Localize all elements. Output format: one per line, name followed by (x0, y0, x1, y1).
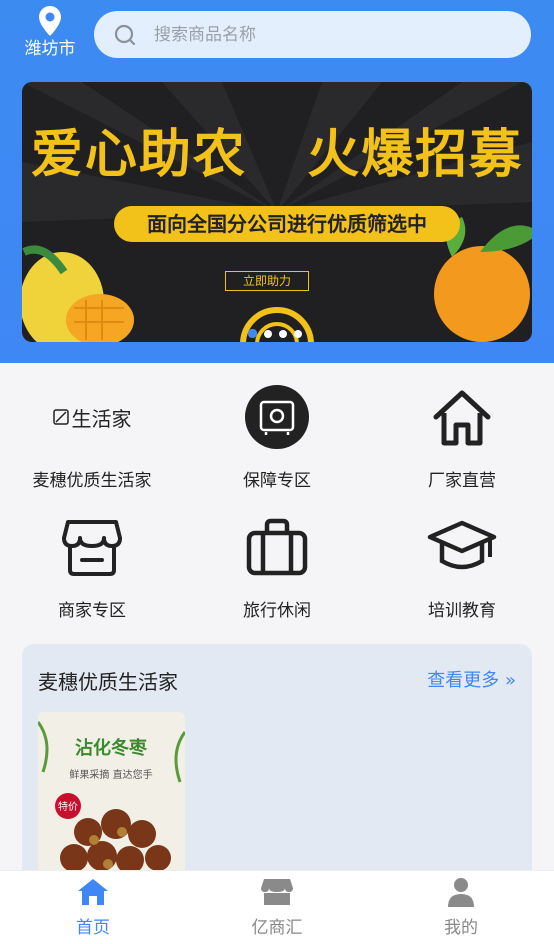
category-label: 厂家直营 (428, 471, 496, 491)
life-home-logo-icon: 生活家 (52, 403, 132, 432)
pagination-dot[interactable] (279, 330, 287, 338)
category-label: 保障专区 (243, 471, 311, 491)
pagination-dot[interactable] (264, 330, 272, 338)
life-home-logo-text: 生活家 (71, 406, 132, 431)
pagination-dot-active[interactable] (248, 329, 257, 338)
category-label: 麦穗优质生活家 (32, 471, 152, 491)
pagination-dot[interactable] (294, 330, 302, 338)
search-bar[interactable] (94, 11, 531, 58)
product-image: 沾化冬枣 鲜果采摘 直达您手 特价 (38, 712, 185, 882)
product-caption: 鲜果采摘 直达您手 (69, 768, 152, 781)
tab-label: 亿商汇 (251, 918, 303, 938)
category-label: 商家专区 (58, 601, 126, 621)
banner-pagination (248, 323, 309, 342)
tab-label: 首页 (76, 918, 110, 938)
category-item-security[interactable]: 保障专区 (185, 380, 369, 491)
category-item-merchant[interactable]: 商家专区 (0, 510, 184, 621)
header: 潍坊市 搜索商品名称 爱心助农 火爆招募 面向全国分公司进行优质筛选中 立即助力 (0, 0, 554, 363)
store-tab-icon (261, 879, 293, 905)
location-selector[interactable]: 潍坊市 (18, 6, 82, 59)
view-more-link[interactable]: 查看更多 » (427, 666, 516, 692)
suitcase-icon (246, 518, 308, 576)
double-chevron-right-icon: » (504, 670, 516, 691)
search-input[interactable] (152, 19, 516, 51)
banner-subtitle: 面向全国分公司进行优质筛选中 (114, 206, 460, 242)
category-item-life-home[interactable]: 生活家 麦穗优质生活家 (0, 380, 184, 492)
category-label: 培训教育 (428, 601, 496, 621)
home-icon (433, 390, 491, 446)
product-title: 沾化冬枣 (75, 737, 148, 759)
product-badge: 特价 (58, 801, 78, 813)
tab-store[interactable]: 亿商汇 (217, 877, 337, 938)
product-card[interactable]: 沾化冬枣 鲜果采摘 直达您手 特价 (38, 712, 185, 882)
category-item-factory-direct[interactable]: 厂家直营 (370, 380, 554, 491)
graduation-cap-icon (427, 520, 497, 570)
category-label: 旅行休闲 (243, 601, 311, 621)
promo-banner[interactable]: 爱心助农 火爆招募 面向全国分公司进行优质筛选中 立即助力 (22, 82, 532, 342)
bottom-tab-bar: 首页 亿商汇 我的 (0, 870, 554, 944)
tab-home[interactable]: 首页 (33, 877, 153, 938)
featured-section: 麦穗优质生活家 查看更多 » 沾化冬枣 鲜果采摘 直达您手 特价 (22, 644, 532, 884)
category-item-education[interactable]: 培训教育 (370, 510, 554, 621)
view-more-label: 查看更多 (427, 670, 500, 691)
search-icon (114, 24, 136, 46)
home-tab-icon (78, 879, 108, 905)
category-item-travel[interactable]: 旅行休闲 (185, 510, 369, 621)
banner-title: 爱心助农 火爆招募 (30, 125, 524, 185)
safe-icon (245, 385, 309, 449)
tab-profile[interactable]: 我的 (401, 877, 521, 938)
user-tab-icon (448, 878, 474, 907)
banner-help-button[interactable]: 立即助力 (225, 271, 309, 291)
shop-icon (62, 520, 122, 576)
section-title: 麦穗优质生活家 (38, 670, 178, 694)
city-label: 潍坊市 (24, 39, 76, 59)
mango-illustration (22, 245, 134, 342)
tab-label: 我的 (444, 918, 478, 938)
location-pin-icon (39, 6, 61, 36)
